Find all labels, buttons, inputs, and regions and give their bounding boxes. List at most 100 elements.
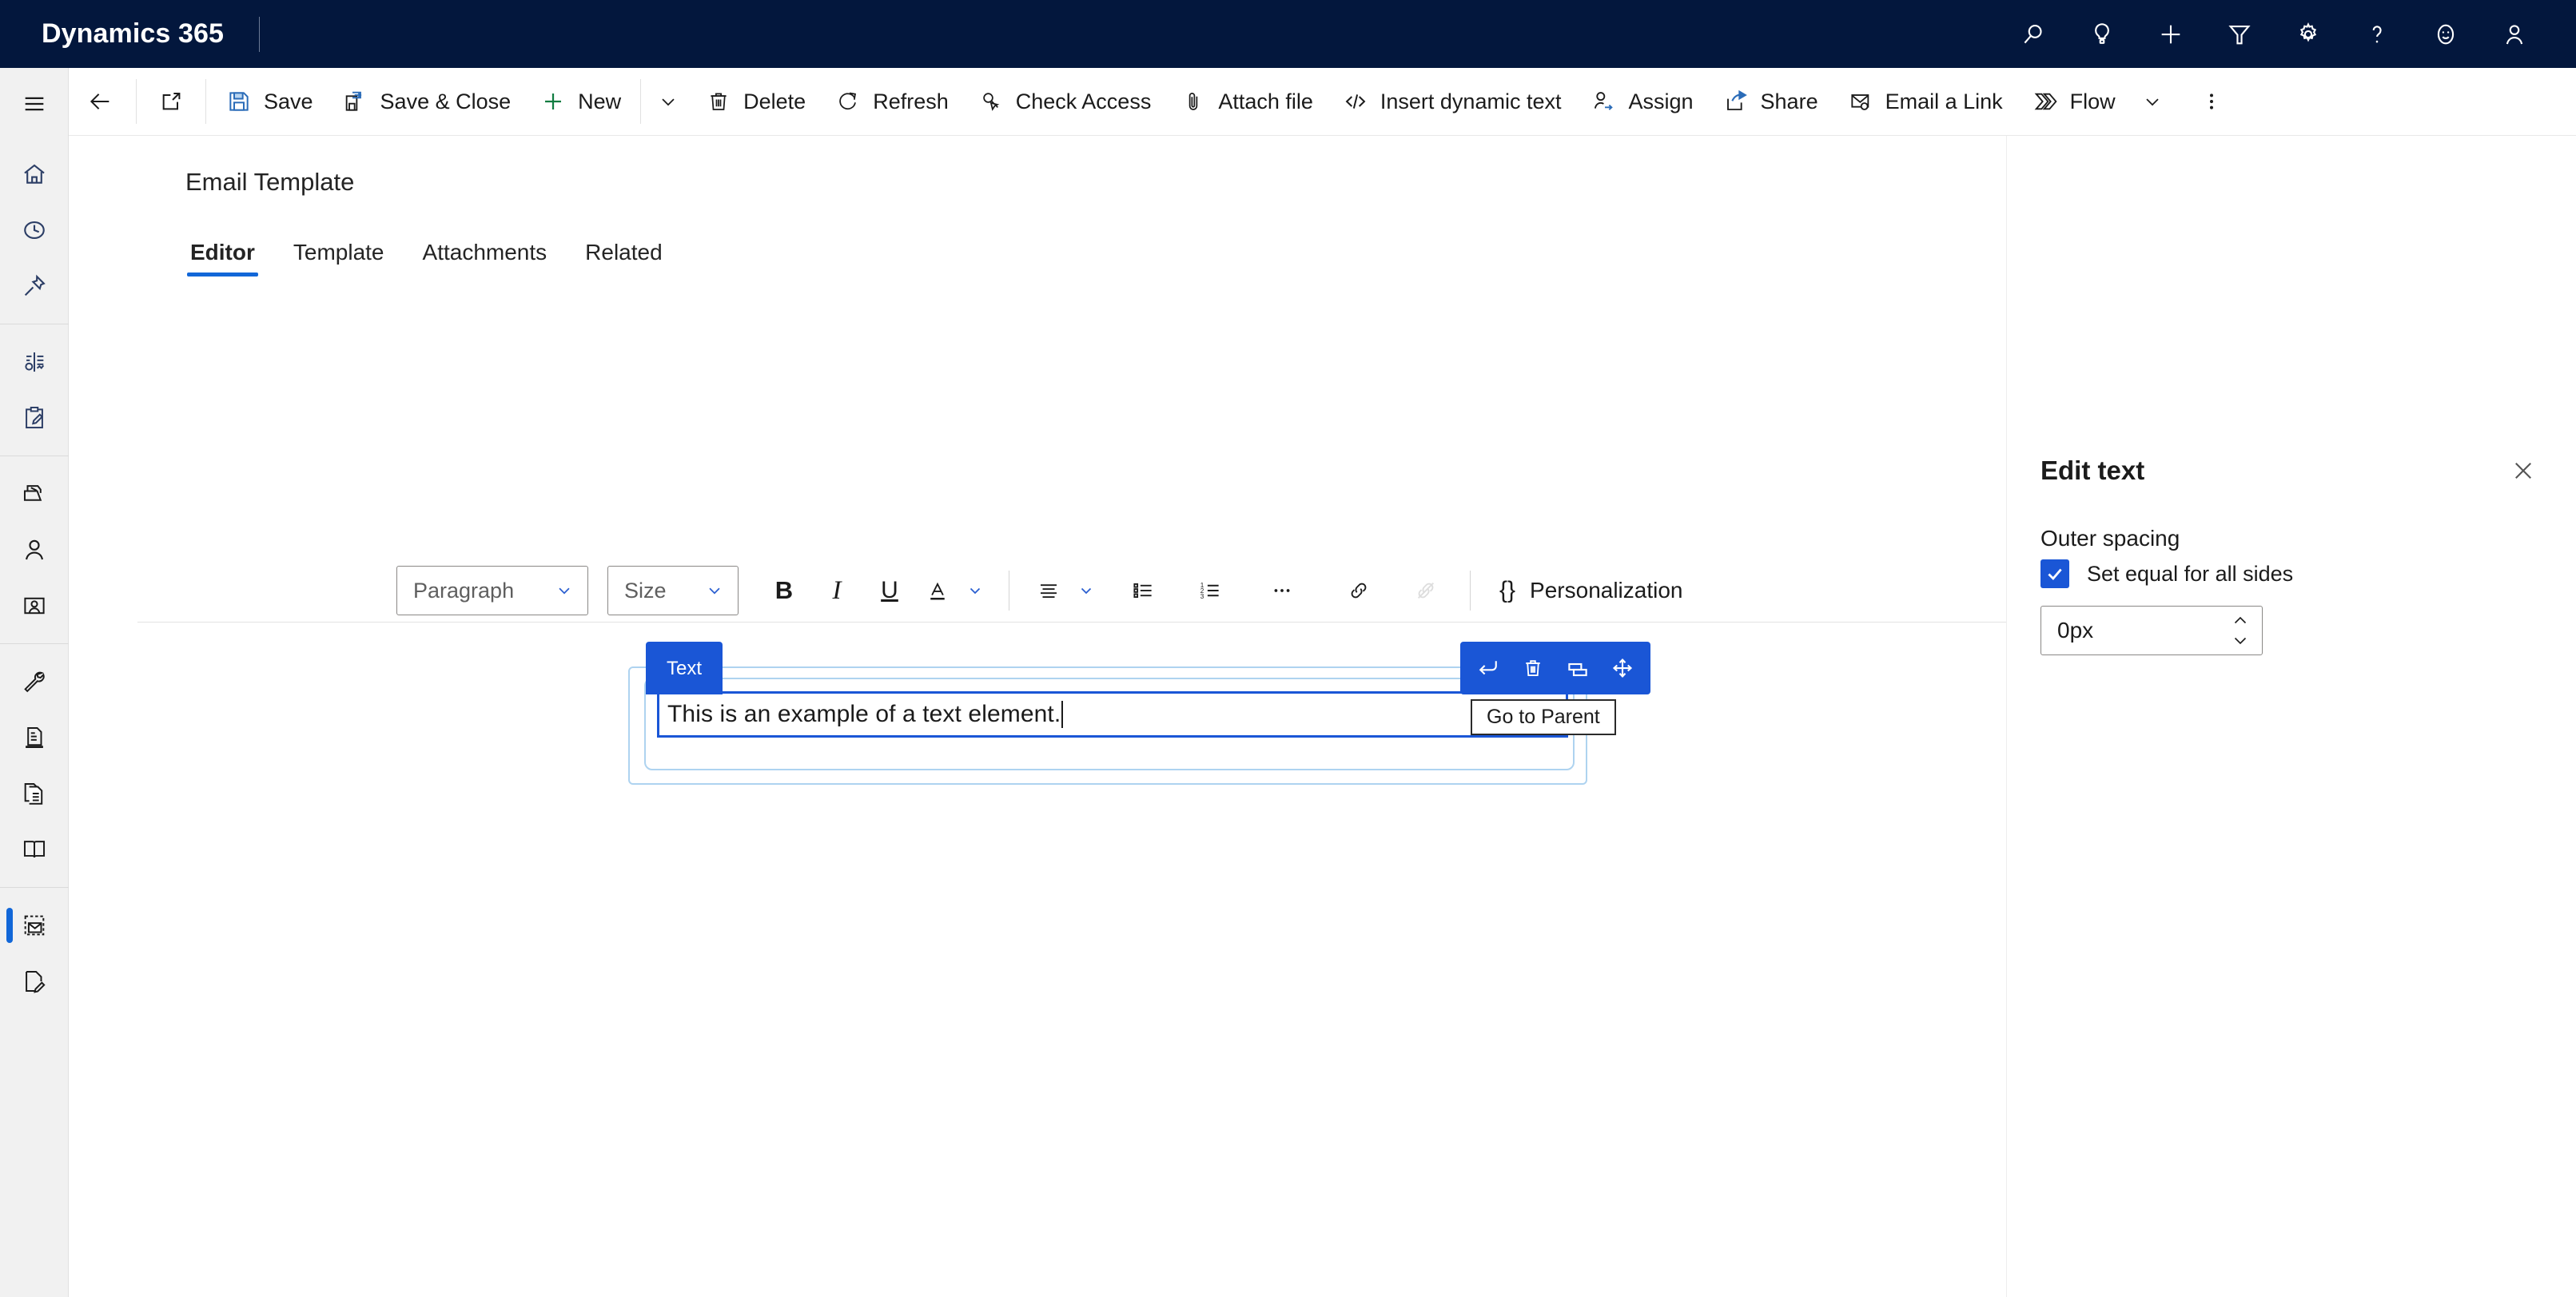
- go-to-parent-button[interactable]: [1467, 647, 1510, 690]
- save-close-icon: [342, 88, 369, 115]
- sidebar-item-leads[interactable]: [0, 578, 69, 634]
- new-dropdown-chevron-icon[interactable]: [646, 75, 691, 128]
- sidebar-item-tools[interactable]: [0, 654, 69, 710]
- user-avatar-icon[interactable]: [2483, 3, 2546, 66]
- sidebar-item-email-templates[interactable]: [0, 897, 69, 953]
- sidebar-item-contacts[interactable]: [0, 522, 69, 578]
- refresh-icon: [834, 88, 862, 115]
- assign-person-icon: [1590, 88, 1617, 115]
- font-color-chevron-down-icon[interactable]: [959, 566, 991, 615]
- key-icon: [977, 88, 1005, 115]
- email-a-link-button[interactable]: Email a Link: [1833, 75, 2017, 128]
- flow-dropdown-chevron-icon[interactable]: [2130, 75, 2175, 128]
- check-access-button[interactable]: Check Access: [963, 75, 1166, 128]
- email-a-link-label: Email a Link: [1885, 89, 2003, 113]
- svg-text:3: 3: [1200, 593, 1204, 600]
- properties-panel: Edit text Outer spacing Set equal for al…: [2006, 136, 2576, 1297]
- tab-editor[interactable]: Editor: [173, 232, 273, 277]
- save-icon: [225, 88, 253, 115]
- check-access-label: Check Access: [1015, 89, 1152, 113]
- outer-spacing-label: Outer spacing: [2040, 526, 2180, 551]
- underline-button[interactable]: U: [863, 566, 916, 615]
- help-icon[interactable]: [2346, 3, 2408, 66]
- command-overflow-button[interactable]: [2183, 75, 2240, 128]
- sidebar-item-pinned[interactable]: [0, 258, 69, 314]
- smiley-icon[interactable]: [2415, 3, 2477, 66]
- properties-panel-title: Edit text: [2040, 456, 2145, 485]
- font-size-select[interactable]: Size: [607, 566, 739, 615]
- sidebar-item-recent[interactable]: [0, 202, 69, 258]
- tab-related[interactable]: Related: [567, 232, 680, 277]
- assign-button[interactable]: Assign: [1575, 75, 1707, 128]
- move-element-button[interactable]: [1601, 647, 1644, 690]
- command-divider-3: [640, 79, 642, 124]
- filter-icon[interactable]: [2208, 3, 2271, 66]
- sidebar-item-documents[interactable]: [0, 766, 69, 822]
- search-icon[interactable]: [2002, 3, 2064, 66]
- sidebar-item-knowledge[interactable]: [0, 822, 69, 877]
- italic-button[interactable]: I: [810, 566, 863, 615]
- text-element-editable[interactable]: This is an example of a text element.: [657, 691, 1568, 738]
- save-and-close-button[interactable]: Save & Close: [328, 75, 526, 128]
- text-block-type-badge: Text: [646, 642, 723, 694]
- align-chevron-down-icon[interactable]: [1070, 566, 1102, 615]
- checkbox-checked-icon[interactable]: [2040, 559, 2069, 588]
- save-button[interactable]: Save: [211, 75, 328, 128]
- rich-text-toolbar: Paragraph Size B I U 1 2 3 {} Personaliz…: [396, 559, 2075, 622]
- plus-icon[interactable]: [2140, 3, 2202, 66]
- numbered-list-button[interactable]: 123: [1184, 566, 1236, 615]
- tab-template[interactable]: Template: [276, 232, 402, 277]
- align-button[interactable]: [1027, 566, 1070, 615]
- share-label: Share: [1760, 89, 1818, 113]
- stepper-decrement-button[interactable]: [2227, 631, 2254, 650]
- trash-icon: [705, 88, 732, 115]
- app-brand-title: Dynamics 365: [42, 18, 225, 49]
- remove-link-button[interactable]: [1399, 566, 1452, 615]
- email-canvas[interactable]: This is an example of a text element. Te…: [137, 623, 2075, 1297]
- stepper-increment-button[interactable]: [2227, 611, 2254, 630]
- refresh-button[interactable]: Refresh: [820, 75, 963, 128]
- envelope-link-icon: [1847, 88, 1874, 115]
- delete-element-button[interactable]: [1511, 647, 1555, 690]
- left-navigation-rail: [0, 68, 69, 1297]
- set-equal-all-sides-checkbox-row[interactable]: Set equal for all sides: [2040, 559, 2293, 588]
- bulleted-list-button[interactable]: [1117, 566, 1169, 615]
- attach-file-button[interactable]: Attach file: [1165, 75, 1328, 128]
- element-action-toolbar: [1460, 642, 1650, 694]
- app-root: Dynamics 365 Save Save & Close New Delet…: [0, 0, 2576, 1297]
- popout-button[interactable]: [141, 75, 201, 128]
- outer-spacing-stepper[interactable]: 0px: [2040, 606, 2263, 655]
- insert-link-button[interactable]: [1332, 566, 1385, 615]
- duplicate-element-button[interactable]: [1556, 647, 1599, 690]
- flow-button[interactable]: Flow: [2017, 75, 2130, 128]
- new-button[interactable]: New: [525, 75, 635, 128]
- sidebar-item-reports[interactable]: [0, 710, 69, 766]
- lightbulb-icon[interactable]: [2071, 3, 2133, 66]
- sidebar-menu-toggle[interactable]: [0, 76, 69, 132]
- text-element-content: This is an example of a text element.: [667, 701, 1061, 727]
- personalization-button[interactable]: {} Personalization: [1488, 571, 1694, 611]
- set-equal-all-sides-label: Set equal for all sides: [2087, 561, 2294, 586]
- bold-button[interactable]: B: [758, 566, 810, 615]
- gear-icon[interactable]: [2277, 3, 2339, 66]
- share-button[interactable]: Share: [1708, 75, 1833, 128]
- font-color-button[interactable]: [916, 566, 959, 615]
- sidebar-item-dashboards[interactable]: [0, 334, 69, 390]
- share-icon: [1722, 88, 1750, 115]
- back-button[interactable]: [69, 75, 131, 128]
- sidebar-item-accounts[interactable]: [0, 466, 69, 522]
- delete-button[interactable]: Delete: [691, 75, 820, 128]
- go-to-parent-tooltip: Go to Parent: [1471, 699, 1616, 735]
- insert-dynamic-text-button[interactable]: Insert dynamic text: [1328, 75, 1576, 128]
- tab-attachments[interactable]: Attachments: [405, 232, 565, 277]
- close-icon[interactable]: [2502, 450, 2544, 491]
- paragraph-style-select[interactable]: Paragraph: [396, 566, 588, 615]
- properties-panel-header: Edit text: [2040, 450, 2544, 491]
- plus-icon: [539, 88, 567, 115]
- code-icon: [1342, 88, 1369, 115]
- more-options-button[interactable]: [1256, 566, 1308, 615]
- rail-divider-4: [0, 887, 69, 888]
- sidebar-item-drafts[interactable]: [0, 953, 69, 1009]
- sidebar-item-home[interactable]: [0, 146, 69, 202]
- sidebar-item-activities[interactable]: [0, 390, 69, 446]
